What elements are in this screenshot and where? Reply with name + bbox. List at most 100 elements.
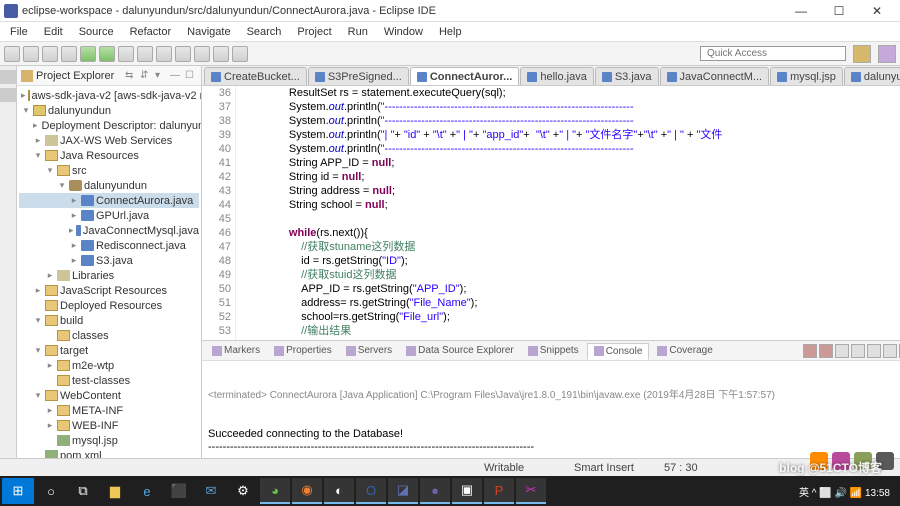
editor-tab[interactable]: ConnectAuror... <box>410 67 520 85</box>
console-remove-icon[interactable] <box>803 344 817 358</box>
store-icon[interactable]: ⬛ <box>164 478 194 504</box>
chrome-icon[interactable]: ◐ <box>324 478 354 504</box>
tree-node[interactable]: ▸GPUrl.java <box>19 208 199 223</box>
editor-tab[interactable]: S3PreSigned... <box>308 67 409 85</box>
tree-node[interactable]: ▾build <box>19 313 199 328</box>
tree-node[interactable]: ▾target <box>19 343 199 358</box>
link-editor-icon[interactable]: ⇵ <box>140 70 152 82</box>
powerpoint-icon[interactable]: P <box>484 478 514 504</box>
code-editor[interactable]: 36 37 38 39 40 41 42 43 44 45 46 47 48 4… <box>202 86 900 340</box>
collapse-all-icon[interactable]: ⇆ <box>125 70 137 82</box>
menu-window[interactable]: Window <box>378 24 429 40</box>
minimized-view-icon[interactable] <box>0 70 16 84</box>
toolbar-forward[interactable] <box>232 46 248 62</box>
console-display-selected-icon[interactable] <box>883 344 897 358</box>
cortana-button[interactable]: ○ <box>36 478 66 504</box>
tree-node[interactable]: ▸S3.java <box>19 253 199 268</box>
tree-node[interactable]: ▸JAX-WS Web Services <box>19 133 199 148</box>
view-tab-data-source-explorer[interactable]: Data Source Explorer <box>400 343 520 358</box>
code-body[interactable]: ResultSet rs = statement.executeQuery(sq… <box>236 86 900 340</box>
menu-file[interactable]: File <box>4 24 34 40</box>
tree-node[interactable]: ▾src <box>19 163 199 178</box>
toolbar-search[interactable] <box>194 46 210 62</box>
editor-tab[interactable]: hello.java <box>520 67 593 85</box>
tree-node[interactable]: classes <box>19 328 199 343</box>
toolbar-back[interactable] <box>213 46 229 62</box>
toolbar-new-class[interactable] <box>156 46 172 62</box>
maximize-icon[interactable]: ☐ <box>185 70 197 82</box>
minimized-view-icon[interactable] <box>0 88 16 102</box>
terminal-icon[interactable]: ▣ <box>452 478 482 504</box>
tree-node[interactable]: ▸META-INF <box>19 403 199 418</box>
menu-refactor[interactable]: Refactor <box>124 24 178 40</box>
edge-icon[interactable]: e <box>132 478 162 504</box>
tree-node[interactable]: ▸WEB-INF <box>19 418 199 433</box>
tree-node[interactable]: ▾dalunyundun <box>19 103 199 118</box>
float-icon-headset[interactable] <box>832 452 850 470</box>
tree-node[interactable]: ▸JavaScript Resources <box>19 283 199 298</box>
view-tab-console[interactable]: Console <box>587 343 650 360</box>
eclipse-taskbar-icon[interactable]: ● <box>420 478 450 504</box>
editor-tab[interactable]: JavaConnectM... <box>660 67 770 85</box>
editor-tab[interactable]: dalunyundun/... <box>844 67 900 85</box>
tree-node[interactable]: pom.xml <box>19 448 199 458</box>
tree-node[interactable]: ▾Java Resources <box>19 148 199 163</box>
minimize-button[interactable]: — <box>782 1 820 21</box>
maximize-button[interactable]: ☐ <box>820 1 858 21</box>
toolbar-save[interactable] <box>23 46 39 62</box>
editor-tab[interactable]: CreateBucket... <box>204 67 307 85</box>
toolbar-run[interactable] <box>99 46 115 62</box>
start-button[interactable]: ⊞ <box>2 478 34 504</box>
toolbar-ext-tools[interactable] <box>118 46 134 62</box>
snip-icon[interactable]: ✂ <box>516 478 546 504</box>
perspective-javaee[interactable] <box>878 45 896 63</box>
console-clear-icon[interactable] <box>835 344 849 358</box>
editor-tab[interactable]: S3.java <box>595 67 659 85</box>
toolbar-new[interactable] <box>4 46 20 62</box>
tree-node[interactable]: ▸aws-sdk-java-v2 [aws-sdk-java-v2 mast <box>19 88 199 103</box>
settings-icon[interactable]: ⚙ <box>228 478 258 504</box>
file-explorer-icon[interactable]: ▆ <box>100 478 130 504</box>
menu-navigate[interactable]: Navigate <box>181 24 236 40</box>
tree-node[interactable]: ▸Deployment Descriptor: dalunyundu <box>19 118 199 133</box>
tree-node[interactable]: test-classes <box>19 373 199 388</box>
tree-node[interactable]: ▸Libraries <box>19 268 199 283</box>
menu-source[interactable]: Source <box>73 24 120 40</box>
outlook-icon[interactable]: O <box>356 478 386 504</box>
menu-edit[interactable]: Edit <box>38 24 69 40</box>
console-output[interactable]: <terminated> ConnectAurora [Java Applica… <box>202 361 900 458</box>
view-tab-markers[interactable]: Markers <box>206 343 266 358</box>
view-tab-snippets[interactable]: Snippets <box>522 343 585 358</box>
wechat-icon[interactable]: ◕ <box>260 478 290 504</box>
float-icon-cloud[interactable] <box>876 452 894 470</box>
quick-access-input[interactable] <box>700 46 846 61</box>
teams-icon[interactable]: ◪ <box>388 478 418 504</box>
toolbar-new-package[interactable] <box>137 46 153 62</box>
view-tab-servers[interactable]: Servers <box>340 343 398 358</box>
menu-run[interactable]: Run <box>342 24 374 40</box>
menu-help[interactable]: Help <box>433 24 468 40</box>
mail-icon[interactable]: ✉ <box>196 478 226 504</box>
view-tab-properties[interactable]: Properties <box>268 343 338 358</box>
menu-project[interactable]: Project <box>291 24 337 40</box>
toolbar-debug[interactable] <box>80 46 96 62</box>
perspective-java[interactable] <box>853 45 871 63</box>
toolbar-build[interactable] <box>61 46 77 62</box>
view-menu-icon[interactable]: ▾ <box>155 70 167 82</box>
console-scroll-lock-icon[interactable] <box>851 344 865 358</box>
minimize-icon[interactable]: — <box>170 70 182 82</box>
console-pin-icon[interactable] <box>867 344 881 358</box>
close-button[interactable]: ✕ <box>858 1 896 21</box>
tree-node[interactable]: ▸m2e-wtp <box>19 358 199 373</box>
tree-node[interactable]: ▸JavaConnectMysql.java <box>19 223 199 238</box>
float-icon-chart[interactable] <box>854 452 872 470</box>
editor-tab[interactable]: mysql.jsp <box>770 67 843 85</box>
tree-node[interactable]: ▾WebContent <box>19 388 199 403</box>
tree-node[interactable]: mysql.jsp <box>19 433 199 448</box>
toolbar-open-type[interactable] <box>175 46 191 62</box>
float-icon-s[interactable] <box>810 452 828 470</box>
tree-node[interactable]: ▸ConnectAurora.java <box>19 193 199 208</box>
task-view-button[interactable]: ⧉ <box>68 478 98 504</box>
tree-node[interactable]: Deployed Resources <box>19 298 199 313</box>
browser-icon[interactable]: ◉ <box>292 478 322 504</box>
